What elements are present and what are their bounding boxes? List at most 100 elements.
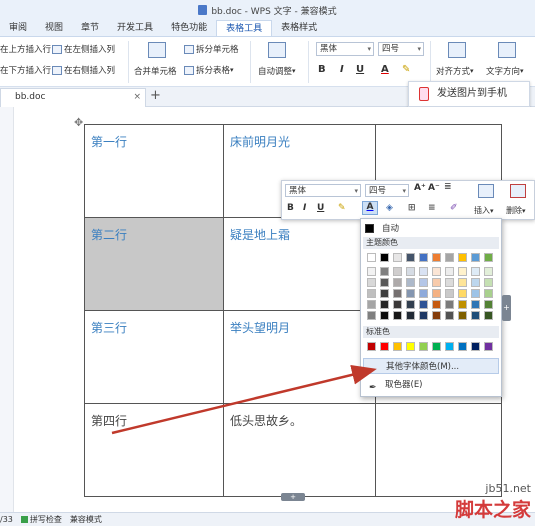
- table-cell[interactable]: 第一行: [84, 124, 224, 218]
- mini-font-name-select[interactable]: 黑体: [285, 184, 361, 197]
- theme-shade-swatch[interactable]: [419, 300, 428, 309]
- theme-shade-swatch[interactable]: [393, 289, 402, 298]
- theme-color-swatch[interactable]: [393, 253, 402, 262]
- theme-shade-swatch[interactable]: [393, 300, 402, 309]
- theme-shade-swatch[interactable]: [367, 267, 376, 276]
- add-row-handle[interactable]: +: [281, 493, 305, 501]
- theme-shade-swatch[interactable]: [367, 289, 376, 298]
- tab-review[interactable]: 审阅: [0, 20, 36, 36]
- theme-shade-swatch[interactable]: [445, 300, 454, 309]
- theme-shade-swatch[interactable]: [380, 311, 389, 320]
- theme-shade-swatch[interactable]: [432, 300, 441, 309]
- theme-shade-swatch[interactable]: [445, 311, 454, 320]
- theme-shade-swatch[interactable]: [367, 311, 376, 320]
- standard-color-swatch[interactable]: [367, 342, 376, 351]
- font-color-button[interactable]: A: [381, 64, 389, 75]
- table-cell[interactable]: 第四行: [84, 403, 224, 497]
- table-cell[interactable]: 第三行: [84, 310, 224, 404]
- theme-shade-swatch[interactable]: [484, 311, 493, 320]
- mini-bold-button[interactable]: B: [287, 203, 294, 213]
- theme-shade-swatch[interactable]: [406, 278, 415, 287]
- theme-shade-swatch[interactable]: [458, 289, 467, 298]
- document-tab[interactable]: bb.doc ×: [0, 88, 146, 107]
- theme-shade-swatch[interactable]: [432, 311, 441, 320]
- delete-button[interactable]: 删除 ▾: [506, 205, 526, 216]
- theme-color-swatch[interactable]: [432, 253, 441, 262]
- tab-view[interactable]: 视图: [36, 20, 72, 36]
- mini-highlight-icon[interactable]: ✎: [338, 203, 346, 213]
- theme-shade-swatch[interactable]: [484, 267, 493, 276]
- theme-shade-swatch[interactable]: [471, 311, 480, 320]
- theme-color-swatch[interactable]: [471, 253, 480, 262]
- theme-color-swatch[interactable]: [380, 253, 389, 262]
- theme-shade-swatch[interactable]: [406, 289, 415, 298]
- standard-color-swatch[interactable]: [432, 342, 441, 351]
- auto-color-option[interactable]: 自动: [365, 222, 399, 234]
- align-button[interactable]: 对齐方式 ▾: [436, 65, 474, 77]
- theme-shade-swatch[interactable]: [406, 267, 415, 276]
- standard-color-swatch[interactable]: [445, 342, 454, 351]
- eyedropper-item[interactable]: ✒ 取色器(E): [363, 377, 499, 393]
- send-to-phone-button[interactable]: 发送图片到手机: [408, 81, 530, 107]
- insert-right-button[interactable]: 在右侧插入列: [52, 64, 115, 76]
- font-size-select[interactable]: 四号: [378, 42, 424, 56]
- theme-shade-swatch[interactable]: [471, 289, 480, 298]
- theme-shade-swatch[interactable]: [432, 267, 441, 276]
- theme-color-swatch[interactable]: [445, 253, 454, 262]
- tab-section[interactable]: 章节: [72, 20, 108, 36]
- spell-check-toggle[interactable]: 拼写检查: [20, 513, 62, 526]
- split-cells-button[interactable]: 拆分单元格: [184, 43, 239, 55]
- theme-shade-swatch[interactable]: [393, 311, 402, 320]
- standard-color-swatch[interactable]: [406, 342, 415, 351]
- theme-shade-swatch[interactable]: [471, 267, 480, 276]
- theme-shade-swatch[interactable]: [458, 311, 467, 320]
- theme-shade-swatch[interactable]: [380, 289, 389, 298]
- theme-shade-swatch[interactable]: [419, 278, 428, 287]
- theme-color-swatch[interactable]: [367, 253, 376, 262]
- theme-shade-swatch[interactable]: [432, 289, 441, 298]
- theme-shade-swatch[interactable]: [393, 278, 402, 287]
- theme-shade-swatch[interactable]: [406, 300, 415, 309]
- standard-color-swatch[interactable]: [484, 342, 493, 351]
- align-menu-icon[interactable]: ≡: [428, 203, 436, 213]
- theme-color-swatch[interactable]: [484, 253, 493, 262]
- insert-above-button[interactable]: 在上方插入行: [0, 43, 51, 55]
- theme-shade-swatch[interactable]: [406, 311, 415, 320]
- format-painter-icon[interactable]: ✐: [450, 203, 458, 213]
- table-cell[interactable]: 举头望明月: [223, 310, 376, 404]
- merge-cells-button[interactable]: 合并单元格: [134, 65, 177, 77]
- theme-shade-swatch[interactable]: [458, 267, 467, 276]
- theme-color-swatch[interactable]: [458, 253, 467, 262]
- mini-italic-button[interactable]: I: [303, 203, 306, 213]
- insert-button[interactable]: 插入 ▾: [474, 205, 494, 216]
- table-cell[interactable]: 低头思故乡。: [223, 403, 376, 497]
- standard-color-swatch[interactable]: [393, 342, 402, 351]
- theme-shade-swatch[interactable]: [432, 278, 441, 287]
- table-cell[interactable]: 疑是地上霜: [223, 217, 376, 311]
- theme-shade-swatch[interactable]: [380, 300, 389, 309]
- theme-shade-swatch[interactable]: [458, 300, 467, 309]
- theme-shade-swatch[interactable]: [367, 278, 376, 287]
- standard-color-swatch[interactable]: [419, 342, 428, 351]
- mini-underline-button[interactable]: U: [317, 203, 324, 213]
- page-indicator[interactable]: /33: [0, 513, 13, 526]
- table-cell[interactable]: 第二行: [84, 217, 224, 311]
- add-column-handle[interactable]: +: [502, 295, 511, 321]
- theme-shade-swatch[interactable]: [484, 300, 493, 309]
- table-move-handle-icon[interactable]: ✥: [74, 116, 83, 129]
- border-icon[interactable]: ⊞: [408, 203, 416, 213]
- theme-shade-swatch[interactable]: [484, 289, 493, 298]
- font-name-select[interactable]: 黑体: [316, 42, 374, 56]
- close-icon[interactable]: ×: [133, 89, 141, 106]
- theme-shade-swatch[interactable]: [445, 278, 454, 287]
- tab-developer[interactable]: 开发工具: [108, 20, 162, 36]
- theme-shade-swatch[interactable]: [380, 267, 389, 276]
- theme-shade-swatch[interactable]: [367, 300, 376, 309]
- tab-features[interactable]: 特色功能: [162, 20, 216, 36]
- insert-left-button[interactable]: 在左侧插入列: [52, 43, 115, 55]
- insert-below-button[interactable]: 在下方插入行: [0, 64, 51, 76]
- standard-color-swatch[interactable]: [458, 342, 467, 351]
- text-direction-button[interactable]: 文字方向 ▾: [486, 65, 524, 77]
- theme-shade-swatch[interactable]: [419, 311, 428, 320]
- tab-table-style[interactable]: 表格样式: [272, 20, 326, 36]
